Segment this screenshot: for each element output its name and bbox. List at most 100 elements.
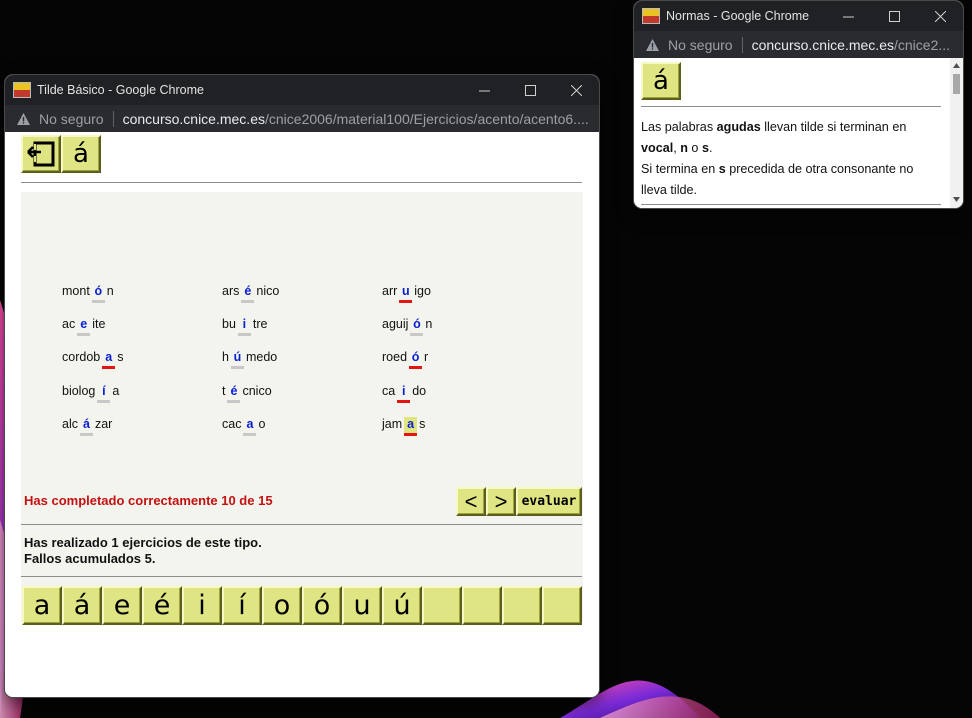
next-button[interactable]: > [486,487,516,516]
address-bar[interactable]: No seguro concurso.cnice.mec.es/cnice200… [5,105,599,132]
accent-rules-button[interactable]: á [61,135,101,173]
word-item: jam a s [382,417,425,436]
letter-key[interactable]: a [22,586,62,625]
rules-browser-window: Normas - Google Chrome No seguro concurs… [634,1,963,208]
word-prefix: t [222,384,226,398]
close-icon[interactable] [553,75,599,105]
word-suffix: igo [414,284,431,298]
word-item: arr u igo [382,284,431,303]
rule-term-n: n [680,141,688,155]
rules-content: á Las palabras agudas llevan tilde si te… [634,58,963,208]
letter-key[interactable]: o [262,586,302,625]
word-suffix: n [425,317,433,331]
word-item: ac e ite [62,317,106,336]
rule-term-s: s [701,141,709,155]
scrollbar-thumb[interactable] [953,74,960,94]
letter-key[interactable]: ú [382,586,422,625]
word-suffix: n [106,284,114,298]
word-item: alc á zar [62,417,113,436]
letter-slot[interactable]: á [79,417,93,436]
rule-text: o [687,141,702,155]
word-item: ca i do [382,384,427,403]
warning-icon [16,112,31,126]
info-attempts: Has realizado 1 ejercicios de este tipo. [24,535,262,550]
letter-slot[interactable]: ó [91,284,105,303]
letter-key[interactable]: ó [302,586,342,625]
url-path: /cnice2006/material100/Ejercicios/acento… [265,110,589,127]
word-prefix: alc [62,417,78,431]
address-bar[interactable]: No seguro concurso.cnice.mec.es/cnice2..… [634,31,963,58]
letter-slot[interactable]: a [102,350,116,369]
letter-slot[interactable]: é [227,384,241,403]
security-label: No seguro [39,110,104,127]
letter-key[interactable]: e [102,586,142,625]
word-prefix: biolog [62,384,96,398]
letter-key[interactable]: á [62,586,102,625]
accent-button[interactable]: á [641,62,681,100]
bottom-divider [21,576,582,577]
word-suffix: s [117,350,124,364]
word-item: roed ó r [382,350,428,369]
top-divider [21,182,582,183]
letter-key[interactable]: é [142,586,182,625]
rules-text: Las palabras agudas llevan tilde si term… [641,117,939,201]
status-message: Has completado correctamente 10 de 15 [24,493,273,508]
word-item: mont ó n [62,284,114,303]
letter-slot[interactable]: ú [230,350,244,369]
letter-slot[interactable]: ó [410,317,424,336]
letter-slot[interactable]: i [237,317,251,336]
word-prefix: cac [222,417,242,431]
word-item: h ú medo [222,350,277,369]
minimize-icon[interactable] [825,1,871,31]
empty-key[interactable] [422,586,462,625]
word-suffix: a [112,384,120,398]
letter-slot[interactable]: ó [409,350,423,369]
letter-key[interactable]: i [182,586,222,625]
rules-title-bar[interactable]: Normas - Google Chrome [634,1,963,31]
word-suffix: ite [92,317,106,331]
scroll-up-icon[interactable] [953,63,960,68]
word-item: cac a o [222,417,265,436]
empty-key[interactable] [542,586,582,625]
empty-key[interactable] [462,586,502,625]
cnice-favicon-icon [642,8,660,24]
letter-slot[interactable]: í [97,384,111,403]
word-item: biolog í a [62,384,120,403]
word-suffix: zar [94,417,113,431]
previous-button[interactable]: < [456,487,486,516]
word-suffix: do [412,384,427,398]
rules-divider-bottom [641,204,941,205]
letter-key[interactable]: u [342,586,382,625]
word-item: t é cnico [222,384,272,403]
minimize-icon[interactable] [461,75,507,105]
scroll-down-icon[interactable] [953,197,960,202]
empty-key[interactable] [502,586,542,625]
letter-slot[interactable]: i [397,384,411,403]
word-item: aguij ó n [382,317,433,336]
evaluate-button[interactable]: evaluar [516,487,582,516]
letter-key[interactable]: í [222,586,262,625]
scrollbar[interactable] [950,58,963,208]
exit-icon [27,141,55,167]
exit-button[interactable] [21,135,61,173]
close-icon[interactable] [917,1,963,31]
page-content: á mont ó n ac e ite cordob a s biolog í a alc á zar ars… [5,132,599,697]
letter-slot[interactable]: a [404,417,418,436]
rule-text: Si termina en [641,162,719,176]
letter-slot[interactable]: é [241,284,255,303]
letter-slot[interactable]: e [77,317,91,336]
maximize-icon[interactable] [871,1,917,31]
word-prefix: aguij [382,317,409,331]
word-prefix: mont [62,284,90,298]
letter-slot[interactable]: a [243,417,257,436]
window-title: Normas - Google Chrome [666,9,810,23]
word-prefix: ca [382,384,396,398]
main-title-bar[interactable]: Tilde Básico - Google Chrome [5,75,599,105]
letter-slot[interactable]: u [399,284,413,303]
middle-divider [21,524,582,525]
rule-text: . [708,141,713,155]
maximize-icon[interactable] [507,75,553,105]
rule-term-vocal: vocal [641,141,674,155]
word-prefix: cordob [62,350,101,364]
cnice-favicon-icon [13,82,31,98]
